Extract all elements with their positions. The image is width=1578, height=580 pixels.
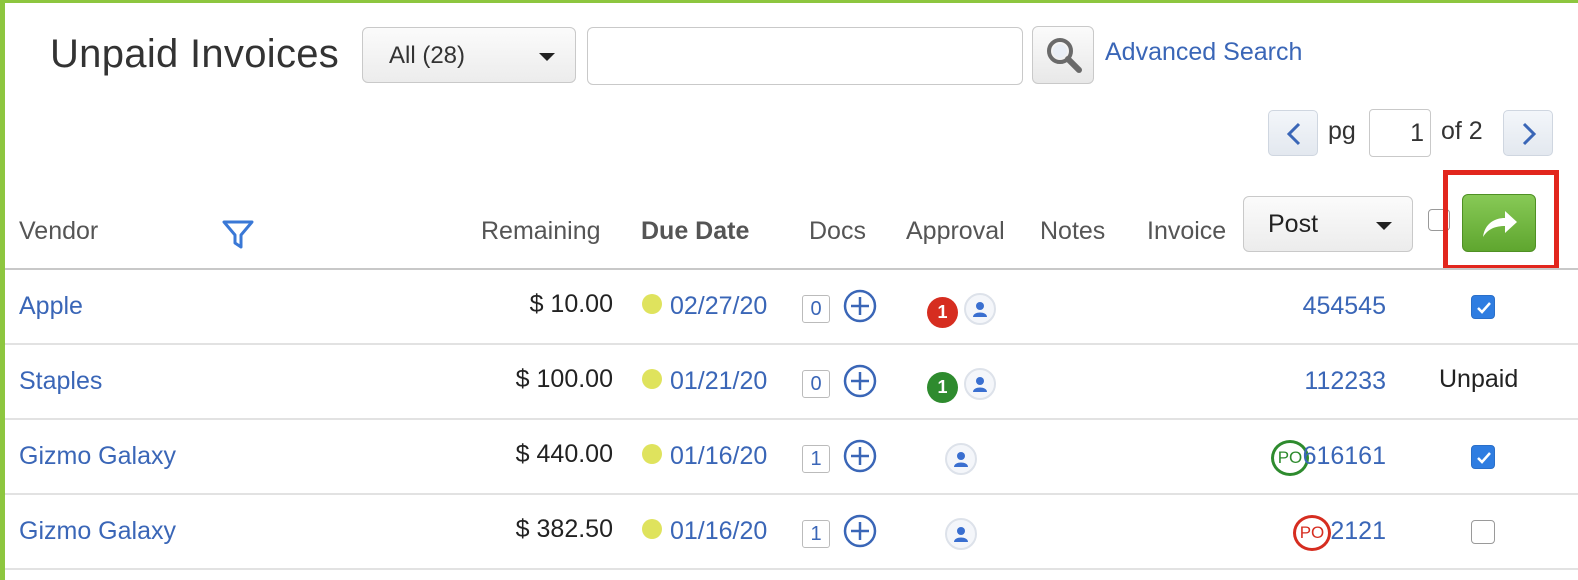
due-status-dot: [642, 369, 662, 389]
submit-action-button[interactable]: [1462, 194, 1536, 252]
search-button[interactable]: [1032, 26, 1094, 84]
invoice-filter-value: All (28): [389, 42, 466, 69]
remaining-amount: $ 382.50: [515, 515, 613, 543]
payment-status: Unpaid: [1439, 365, 1519, 393]
chevron-right-icon: [1522, 122, 1537, 146]
page-total: of 2: [1441, 117, 1483, 145]
due-status-dot: [642, 294, 662, 314]
invoice-number-link[interactable]: 616161: [1303, 442, 1386, 471]
vendor-link[interactable]: Apple: [19, 292, 83, 321]
row-checkbox[interactable]: [1471, 295, 1495, 319]
remaining-amount: $ 440.00: [515, 440, 613, 468]
invoice-number-link[interactable]: 112233: [1304, 367, 1386, 396]
table-row: Gizmo Galaxy $ 382.50 01/16/20 1 PO 2121: [5, 495, 1578, 570]
due-date-link[interactable]: 01/16/20: [670, 517, 767, 546]
next-page-button[interactable]: [1503, 110, 1553, 156]
column-header-approval[interactable]: Approval: [906, 217, 1005, 246]
column-header-remaining[interactable]: Remaining: [481, 217, 601, 246]
vendor-link[interactable]: Gizmo Galaxy: [19, 517, 176, 546]
approval-count-badge[interactable]: 1: [927, 372, 958, 403]
advanced-search-link[interactable]: Advanced Search: [1105, 38, 1302, 67]
table-row: Gizmo Galaxy $ 440.00 01/16/20 1 PO 6161…: [5, 420, 1578, 495]
approver-user-icon[interactable]: [964, 368, 996, 400]
add-document-icon[interactable]: [842, 363, 878, 406]
add-document-icon[interactable]: [842, 288, 878, 331]
due-date-link[interactable]: 01/21/20: [670, 367, 767, 396]
page-label: pg: [1328, 117, 1356, 145]
doc-count[interactable]: 0: [802, 295, 830, 323]
po-badge[interactable]: PO: [1293, 515, 1331, 551]
due-status-dot: [642, 519, 662, 539]
approver-user-icon[interactable]: [964, 293, 996, 325]
due-date-link[interactable]: 02/27/20: [670, 292, 767, 321]
doc-count[interactable]: 1: [802, 445, 830, 473]
column-header-due-date[interactable]: Due Date: [641, 217, 749, 246]
doc-count[interactable]: 0: [802, 370, 830, 398]
approval-count-badge[interactable]: 1: [927, 297, 958, 328]
remaining-amount: $ 10.00: [529, 290, 613, 318]
due-date-link[interactable]: 01/16/20: [670, 442, 767, 471]
filter-icon[interactable]: [221, 218, 255, 257]
table-row: Staples $ 100.00 01/21/20 0 1 112233 Unp…: [5, 345, 1578, 420]
doc-count[interactable]: 1: [802, 520, 830, 548]
chevron-down-icon: [1376, 222, 1392, 230]
invoice-number-link[interactable]: 2121: [1330, 517, 1386, 546]
chevron-down-icon: [539, 53, 555, 61]
remaining-amount: $ 100.00: [515, 365, 613, 393]
add-document-icon[interactable]: [842, 513, 878, 556]
chevron-left-icon: [1286, 122, 1301, 146]
search-input[interactable]: [587, 27, 1023, 85]
invoice-filter-select[interactable]: All (28): [362, 27, 576, 83]
invoice-number-link[interactable]: 454545: [1303, 292, 1386, 321]
previous-page-button[interactable]: [1268, 110, 1318, 156]
column-header-vendor[interactable]: Vendor: [19, 217, 98, 246]
approver-user-icon[interactable]: [945, 518, 977, 550]
vendor-link[interactable]: Gizmo Galaxy: [19, 442, 176, 471]
share-arrow-icon: [1483, 211, 1517, 237]
column-header-docs[interactable]: Docs: [809, 217, 866, 246]
row-checkbox[interactable]: [1471, 445, 1495, 469]
add-document-icon[interactable]: [842, 438, 878, 481]
column-header-invoice[interactable]: Invoice: [1147, 217, 1226, 246]
bulk-action-select[interactable]: Post: [1243, 196, 1413, 252]
vendor-link[interactable]: Staples: [19, 367, 102, 396]
search-icon: [1047, 38, 1082, 73]
table-row: Apple $ 10.00 02/27/20 0 1 454545: [5, 270, 1578, 345]
row-checkbox[interactable]: [1471, 520, 1495, 544]
page-title: Unpaid Invoices: [50, 32, 340, 76]
approver-user-icon[interactable]: [945, 443, 977, 475]
column-header-notes[interactable]: Notes: [1040, 217, 1105, 246]
bulk-action-value: Post: [1268, 210, 1319, 238]
due-status-dot: [642, 444, 662, 464]
page-number-input[interactable]: [1369, 109, 1431, 157]
